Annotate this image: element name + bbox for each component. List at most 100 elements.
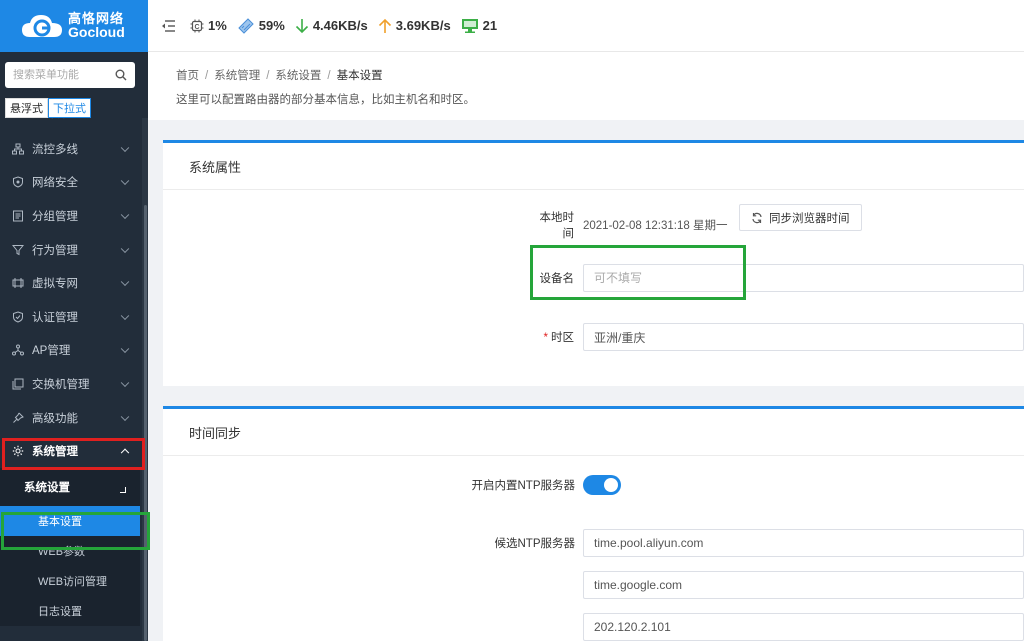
sidebar-item-group-management[interactable]: 分组管理 [0,199,140,233]
chevron-up-icon [120,486,126,493]
card-title: 时间同步 [163,409,1024,456]
devices-value: 21 [482,18,498,33]
ntp-server-input-2[interactable] [583,571,1024,599]
sidebar-item-label: 认证管理 [32,311,78,324]
menu-search [5,62,135,88]
device-name-row: 设备名 [538,264,575,292]
system-management-submenu: 系统设置 基本设置 WEB参数 WEB访问管理 日志设置 [0,467,140,626]
top-status-bar: C 1% 59% 4.46KB/s 3.69KB/s 21 [148,0,1024,52]
submenu-item-web-access[interactable]: WEB访问管理 [0,566,140,596]
timezone-row: * 时区 [538,323,574,351]
ntp-servers-label: 候选NTP服务器 [494,538,576,550]
sidebar-item-vpn[interactable]: 虚拟专网 [0,266,140,300]
sidebar-item-label: 行为管理 [32,244,78,257]
required-mark: * [543,332,548,344]
chevron-down-icon [120,412,130,421]
auth-icon [12,311,24,323]
sidebar-menu: 流控多线 网络安全 分组管理 行为管理 虚拟专网 认证管理 AP管理 交换机管理… [0,132,140,626]
sync-browser-time-button[interactable]: 同步浏览器时间 [739,204,862,231]
breadcrumb-system-management[interactable]: 系统管理 [214,70,260,82]
sidebar-item-label: 高级功能 [32,412,78,425]
cpu-usage: C 1% [190,18,227,33]
breadcrumb-current: 基本设置 [336,70,383,82]
pin-icon [12,412,24,424]
chevron-down-icon [120,210,130,220]
upload-speed: 3.69KB/s [378,18,451,34]
breadcrumb-system-settings[interactable]: 系统设置 [275,70,321,82]
network-icon [12,143,24,155]
sidebar-item-label: 分组管理 [32,210,78,223]
sidebar-item-label: AP管理 [32,345,71,358]
local-time-value: 2021-02-08 12:31:18 星期一 [583,220,728,232]
online-devices: 21 [461,18,497,34]
time-sync-card: 时间同步 开启内置NTP服务器 候选NTP服务器 [163,406,1024,641]
chevron-down-icon [120,344,130,354]
sidebar-item-switch-management[interactable]: 交换机管理 [0,367,140,401]
sidebar-item-flow-control[interactable]: 流控多线 [0,132,140,166]
chevron-down-icon [120,277,130,287]
mode-dropdown-button[interactable]: 下拉式 [48,98,91,118]
sidebar-item-label: 交换机管理 [32,378,90,391]
memory-usage: 59% [237,17,285,34]
chevron-down-icon [120,378,130,387]
system-properties-card: 系统属性 本地时间 2021-02-08 12:31:18 星期一 同步浏览器时… [163,140,1024,386]
ap-icon [12,344,24,356]
submenu-system-settings[interactable]: 系统设置 [0,468,140,506]
sidebar-item-advanced-features[interactable]: 高级功能 [0,401,140,435]
brand-logo[interactable]: 高恪网络 Gocloud [0,0,148,52]
ntp-server-input-3[interactable] [583,613,1024,641]
cpu-value: 1% [208,18,227,33]
local-time-label: 本地时间 [539,212,575,240]
breadcrumb: 首页 / 系统管理 / 系统设置 / 基本设置 [176,70,383,82]
sidebar-item-label: 系统管理 [32,446,78,459]
cloud-logo-icon [20,11,64,41]
sidebar-item-network-security[interactable]: 网络安全 [0,166,140,200]
ntp-server-toggle[interactable] [583,475,621,495]
sidebar-item-behavior-management[interactable]: 行为管理 [0,233,140,267]
chevron-down-icon [120,311,130,320]
breadcrumb-home[interactable]: 首页 [176,70,199,82]
sidebar-item-ap-management[interactable]: AP管理 [0,334,140,368]
group-icon [12,210,24,222]
menu-mode-switch: 悬浮式 下拉式 [5,98,91,118]
mode-float-button[interactable]: 悬浮式 [5,98,48,118]
memory-icon [237,17,255,34]
sidebar-item-label: 网络安全 [32,177,78,190]
download-value: 4.46KB/s [312,18,368,33]
chevron-down-icon [120,176,130,186]
refresh-icon [752,212,762,223]
menu-search-input[interactable] [13,69,109,81]
ntp-servers-row: 候选NTP服务器 [463,529,576,557]
filter-icon [12,244,24,256]
vpn-icon [12,277,24,289]
ntp-server-input-1[interactable] [583,529,1024,557]
chevron-down-icon [120,244,130,253]
page-description: 这里可以配置路由器的部分基本信息，比如主机名和时区。 [176,94,475,106]
local-time-row: 本地时间 [538,211,575,240]
sidebar: 高恪网络 Gocloud 悬浮式 下拉式 无线设置 流控多线 网络安全 分组管理 [0,0,148,641]
chevron-up-icon [120,448,130,458]
download-speed: 4.46KB/s [295,18,368,34]
upload-value: 3.69KB/s [395,18,451,33]
timezone-select[interactable] [583,323,1024,351]
sidebar-item-auth-management[interactable]: 认证管理 [0,300,140,334]
submenu-item-basic-settings[interactable]: 基本设置 [0,505,140,536]
switch-icon [12,378,24,390]
search-icon[interactable] [115,69,127,81]
shield-icon [12,176,24,188]
sidebar-scroll-thumb[interactable] [144,205,147,641]
sidebar-item-label: 流控多线 [32,143,78,156]
sync-button-label: 同步浏览器时间 [769,212,850,225]
timezone-label-text: 时区 [551,332,574,344]
arrow-down-icon [295,18,309,34]
ntp-toggle-label: 开启内置NTP服务器 [471,480,576,492]
device-name-input[interactable] [583,264,1024,292]
submenu-item-log-settings[interactable]: 日志设置 [0,596,140,626]
device-name-label: 设备名 [539,273,575,285]
timezone-label: * 时区 [538,329,574,345]
submenu-head-label: 系统设置 [24,481,70,494]
collapse-menu-icon[interactable] [160,19,176,33]
submenu-item-web-params[interactable]: WEB参数 [0,536,140,566]
sidebar-item-system-management[interactable]: 系统管理 [0,434,140,468]
gear-icon [12,445,24,457]
